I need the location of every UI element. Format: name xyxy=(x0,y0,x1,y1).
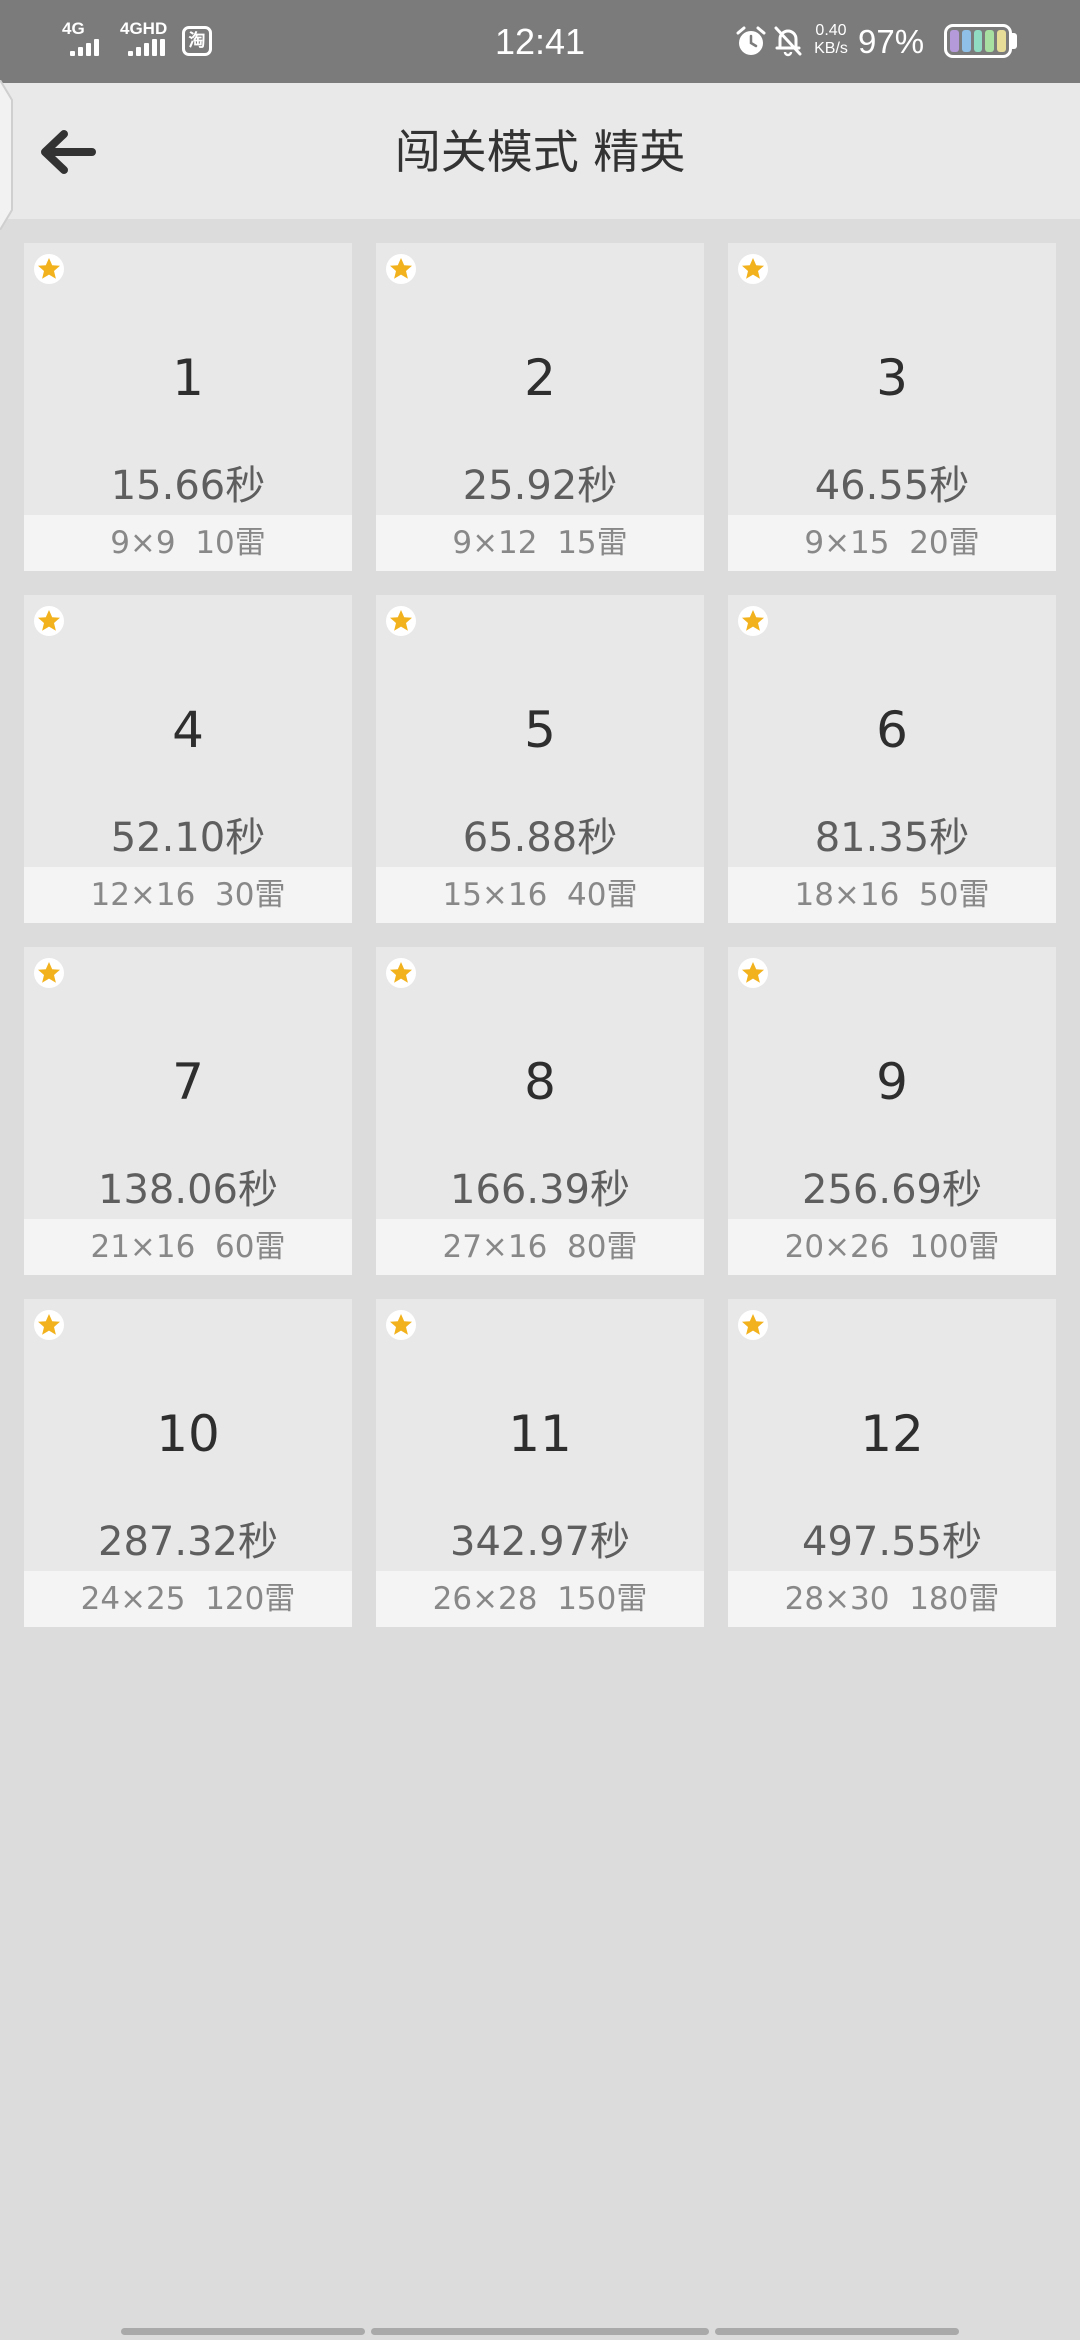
level-best-time: 25.92秒 xyxy=(462,463,618,509)
level-card-4[interactable]: 4 52.10秒 12×16 30雷 xyxy=(24,595,352,923)
level-card-11[interactable]: 11 342.97秒 26×28 150雷 xyxy=(376,1299,704,1627)
star-icon xyxy=(34,606,64,636)
level-number: 8 xyxy=(524,1053,556,1111)
taobao-notification-icon: 淘 xyxy=(182,26,212,56)
arrow-left-icon xyxy=(41,130,96,174)
signal-2-icon: 4GHD xyxy=(120,20,176,58)
level-board-info: 9×12 15雷 xyxy=(376,515,704,571)
level-card-6[interactable]: 6 81.35秒 18×16 50雷 xyxy=(728,595,1056,923)
level-board-info: 9×15 20雷 xyxy=(728,515,1056,571)
level-best-time: 46.55秒 xyxy=(814,463,970,509)
level-board-info: 28×30 180雷 xyxy=(728,1571,1056,1627)
level-board-info: 24×25 120雷 xyxy=(24,1571,352,1627)
alarm-icon xyxy=(736,26,766,55)
level-number: 4 xyxy=(172,701,204,759)
level-board-info: 20×26 100雷 xyxy=(728,1219,1056,1275)
network-speed-value: 0.40 xyxy=(815,22,847,39)
level-number: 11 xyxy=(508,1405,572,1463)
star-icon xyxy=(34,1310,64,1340)
battery-segment xyxy=(985,30,995,52)
level-card-8[interactable]: 8 166.39秒 27×16 80雷 xyxy=(376,947,704,1275)
battery-icon xyxy=(944,24,1012,58)
nav-bar-segment-center[interactable] xyxy=(371,2328,709,2335)
star-icon xyxy=(386,254,416,284)
level-number: 12 xyxy=(860,1405,924,1463)
level-number: 2 xyxy=(524,349,556,407)
level-number: 3 xyxy=(876,349,908,407)
level-card-12[interactable]: 12 497.55秒 28×30 180雷 xyxy=(728,1299,1056,1627)
level-card-9[interactable]: 9 256.69秒 20×26 100雷 xyxy=(728,947,1056,1275)
star-icon xyxy=(386,606,416,636)
level-card-2[interactable]: 2 25.92秒 9×12 15雷 xyxy=(376,243,704,571)
level-card-1[interactable]: 1 15.66秒 9×9 10雷 xyxy=(24,243,352,571)
star-icon xyxy=(738,606,768,636)
battery-segment xyxy=(950,30,959,52)
level-best-time: 342.97秒 xyxy=(450,1519,630,1565)
status-bar: 4G 4GHD 淘 12:41 0.40 KB/s 97% xyxy=(0,0,1080,83)
level-card-5[interactable]: 5 65.88秒 15×16 40雷 xyxy=(376,595,704,923)
level-board-info: 15×16 40雷 xyxy=(376,867,704,923)
header: 闯关模式 精英 xyxy=(0,83,1080,219)
level-best-time: 15.66秒 xyxy=(110,463,266,509)
status-time: 12:41 xyxy=(494,21,586,62)
level-board-info: 12×16 30雷 xyxy=(24,867,352,923)
nav-bar-segment-left xyxy=(121,2328,365,2335)
bell-off-icon xyxy=(774,26,802,57)
star-icon xyxy=(738,1310,768,1340)
star-icon xyxy=(34,254,64,284)
level-number: 1 xyxy=(172,349,204,407)
nav-bar-segment-right xyxy=(715,2328,959,2335)
level-number: 10 xyxy=(156,1405,220,1463)
level-board-info: 9×9 10雷 xyxy=(24,515,352,571)
level-card-3[interactable]: 3 46.55秒 9×15 20雷 xyxy=(728,243,1056,571)
edge-panel-handle[interactable] xyxy=(0,80,20,230)
level-best-time: 497.55秒 xyxy=(802,1519,982,1565)
level-grid: 1 15.66秒 9×9 10雷 2 25.92秒 9×12 15雷 3 46.… xyxy=(24,243,1056,1627)
signal-bars-2 xyxy=(128,38,165,56)
battery-percent: 97% xyxy=(858,23,925,60)
level-best-time: 65.88秒 xyxy=(462,815,618,861)
level-number: 5 xyxy=(524,701,556,759)
back-button[interactable] xyxy=(26,117,106,187)
signal-1-icon: 4G xyxy=(62,20,116,58)
level-number: 7 xyxy=(172,1053,204,1111)
battery-segment xyxy=(973,30,983,52)
star-icon xyxy=(738,958,768,988)
star-icon xyxy=(738,254,768,284)
level-board-info: 18×16 50雷 xyxy=(728,867,1056,923)
network-speed-unit: KB/s xyxy=(814,40,848,57)
level-best-time: 256.69秒 xyxy=(802,1167,982,1213)
network-type-1: 4G xyxy=(62,19,85,38)
level-best-time: 81.35秒 xyxy=(814,815,970,861)
level-board-info: 21×16 60雷 xyxy=(24,1219,352,1275)
network-speed: 0.40 KB/s xyxy=(806,22,856,58)
battery-segment xyxy=(997,30,1006,52)
battery-tip xyxy=(1012,33,1017,49)
page-title: 闯关模式 精英 xyxy=(394,125,686,179)
level-board-info: 26×28 150雷 xyxy=(376,1571,704,1627)
level-best-time: 287.32秒 xyxy=(98,1519,278,1565)
level-number: 9 xyxy=(876,1053,908,1111)
level-card-7[interactable]: 7 138.06秒 21×16 60雷 xyxy=(24,947,352,1275)
level-number: 6 xyxy=(876,701,908,759)
level-board-info: 27×16 80雷 xyxy=(376,1219,704,1275)
star-icon xyxy=(386,1310,416,1340)
star-icon xyxy=(34,958,64,988)
level-best-time: 166.39秒 xyxy=(450,1167,630,1213)
network-type-2: 4GHD xyxy=(120,19,168,38)
level-best-time: 52.10秒 xyxy=(110,815,266,861)
star-icon xyxy=(386,958,416,988)
battery-segment xyxy=(961,30,971,52)
level-best-time: 138.06秒 xyxy=(98,1167,278,1213)
level-card-10[interactable]: 10 287.32秒 24×25 120雷 xyxy=(24,1299,352,1627)
signal-bars-1 xyxy=(70,38,99,56)
